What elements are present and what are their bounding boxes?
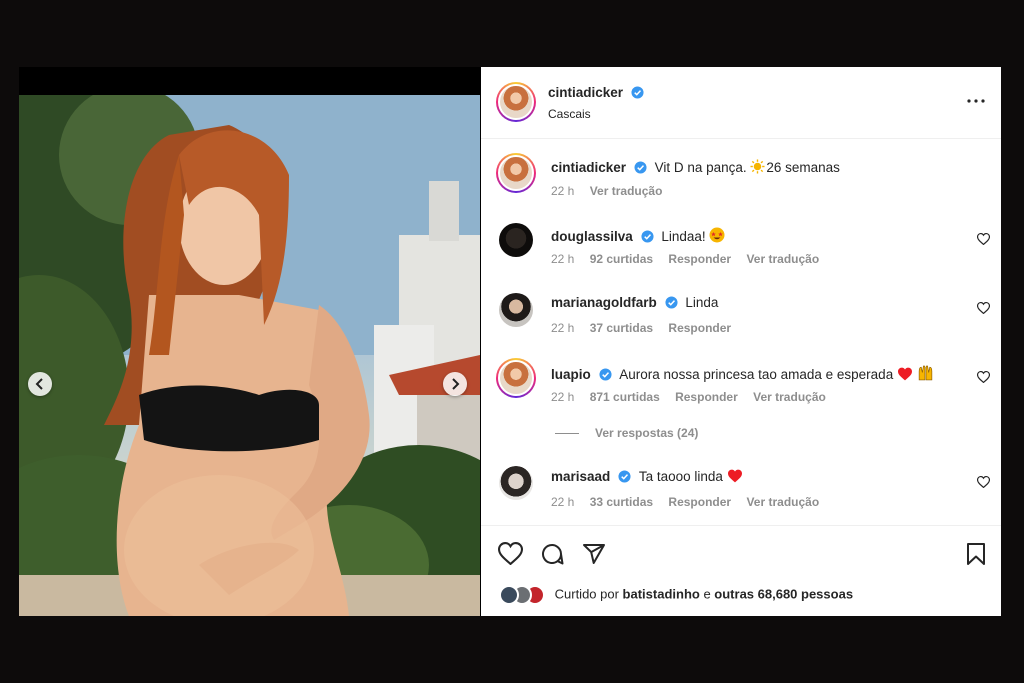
- verified-badge-icon: [631, 86, 644, 99]
- comment-avatar[interactable]: [496, 358, 536, 398]
- star-struck-emoji-icon: [709, 227, 725, 243]
- heart-icon[interactable]: [977, 371, 990, 383]
- comment-text: Lindaa!: [661, 229, 706, 244]
- view-replies-label[interactable]: Ver respostas (24): [595, 426, 698, 440]
- next-photo-button[interactable]: [443, 372, 467, 396]
- post-photo: [19, 67, 480, 616]
- post-actions-bar: Curtido por batistadinho e outras 68,680…: [481, 525, 1001, 617]
- comment-time[interactable]: 22 h: [551, 390, 574, 404]
- comment-username[interactable]: luapio: [551, 367, 591, 382]
- replies-divider: [555, 433, 579, 435]
- post-image: [19, 95, 480, 616]
- comment-meta: 22 h 37 curtidas Responder: [551, 321, 743, 335]
- likes-prefix: Curtido por: [554, 586, 623, 602]
- instagram-post-frame: cintiadicker Cascais cintiadicker Vit D …: [19, 67, 1001, 616]
- share-icon[interactable]: [582, 542, 606, 566]
- chevron-left-icon: [35, 378, 43, 390]
- verified-badge-icon: [665, 296, 678, 309]
- comment-text: Aurora nossa princesa tao amada e espera…: [619, 367, 894, 382]
- reply-link[interactable]: Responder: [668, 495, 731, 509]
- comment-line: douglassilva Lindaa!: [551, 227, 725, 244]
- heart-icon[interactable]: [498, 542, 523, 565]
- comment-time[interactable]: 22 h: [551, 252, 574, 266]
- verified-badge-icon: [641, 230, 654, 243]
- caption-text: Vit D na pança.: [654, 160, 751, 175]
- post-side-panel: cintiadicker Cascais cintiadicker Vit D …: [481, 67, 1001, 616]
- comment-text: Ta taooo linda: [638, 469, 727, 484]
- comment-username[interactable]: marisaad: [551, 469, 610, 484]
- comment-line: marianagoldfarb Linda: [551, 295, 718, 310]
- verified-badge-icon: [598, 368, 612, 381]
- caption-username[interactable]: cintiadicker: [551, 160, 626, 175]
- verified-badge-icon: [634, 161, 647, 174]
- comment-meta: 22 h 92 curtidas Responder Ver tradução: [551, 252, 831, 266]
- likes-user[interactable]: batistadinho: [623, 586, 700, 601]
- comment-line: marisaad Ta taooo linda: [551, 469, 743, 484]
- comment-line: luapio Aurora nossa princesa tao amada e…: [551, 364, 934, 382]
- view-replies-button[interactable]: Ver respostas (24): [555, 426, 698, 440]
- caption-translate-link[interactable]: Ver tradução: [590, 184, 663, 198]
- reply-link[interactable]: Responder: [668, 252, 731, 266]
- heart-icon[interactable]: [977, 476, 990, 488]
- comment-avatar[interactable]: [499, 293, 533, 327]
- comment-avatar[interactable]: [499, 466, 533, 500]
- comment-likes[interactable]: 92 curtidas: [590, 252, 653, 266]
- sun-emoji-icon: [750, 159, 765, 174]
- comment-likes[interactable]: 871 curtidas: [590, 390, 660, 404]
- caption-line: cintiadicker Vit D na pança. 26 semanas: [551, 159, 840, 175]
- reply-link[interactable]: Responder: [668, 321, 731, 335]
- caption-time[interactable]: 22 h: [551, 184, 574, 198]
- caption-meta: 22 h Ver tradução: [551, 184, 674, 198]
- caption-text-weeks: 26 semanas: [766, 160, 840, 175]
- red-heart-emoji-icon: [897, 367, 912, 381]
- translate-link[interactable]: Ver tradução: [746, 495, 819, 509]
- previous-photo-button[interactable]: [28, 372, 52, 396]
- caption-avatar[interactable]: [496, 153, 536, 193]
- comment-username[interactable]: douglassilva: [551, 229, 633, 244]
- author-username[interactable]: cintiadicker: [548, 85, 644, 100]
- more-options-icon[interactable]: [966, 94, 986, 108]
- comment-meta: 22 h 871 curtidas Responder Ver tradução: [551, 390, 838, 404]
- comment-time[interactable]: 22 h: [551, 495, 574, 509]
- bookmark-icon[interactable]: [966, 542, 986, 566]
- raised-hands-emoji-icon: [918, 365, 932, 381]
- heart-icon[interactable]: [977, 233, 990, 245]
- likes-middle: e: [699, 586, 715, 602]
- post-location[interactable]: Cascais: [548, 107, 591, 121]
- comment-text: Linda: [685, 295, 719, 310]
- chevron-right-icon: [452, 378, 460, 390]
- verified-badge-icon: [618, 470, 631, 483]
- red-heart-emoji-icon: [727, 469, 742, 483]
- heart-icon[interactable]: [977, 302, 990, 314]
- likes-others[interactable]: outras 68,680 pessoas: [714, 586, 853, 601]
- translate-link[interactable]: Ver tradução: [746, 252, 819, 266]
- comment-time[interactable]: 22 h: [551, 321, 574, 335]
- translate-link[interactable]: Ver tradução: [753, 390, 826, 404]
- comment-likes[interactable]: 37 curtidas: [590, 321, 653, 335]
- post-header: cintiadicker Cascais: [481, 67, 1001, 139]
- author-avatar[interactable]: [496, 82, 536, 122]
- comment-avatar[interactable]: [499, 223, 533, 257]
- comment-icon[interactable]: [540, 542, 564, 566]
- likes-summary: Curtido por batistadinho e outras 68,680…: [499, 585, 853, 605]
- comment-likes[interactable]: 33 curtidas: [590, 495, 653, 509]
- author-username-text[interactable]: cintiadicker: [548, 85, 623, 100]
- comment-username[interactable]: marianagoldfarb: [551, 295, 657, 310]
- reply-link[interactable]: Responder: [675, 390, 738, 404]
- comment-meta: 22 h 33 curtidas Responder Ver tradução: [551, 495, 831, 509]
- liker-avatar: [499, 585, 519, 605]
